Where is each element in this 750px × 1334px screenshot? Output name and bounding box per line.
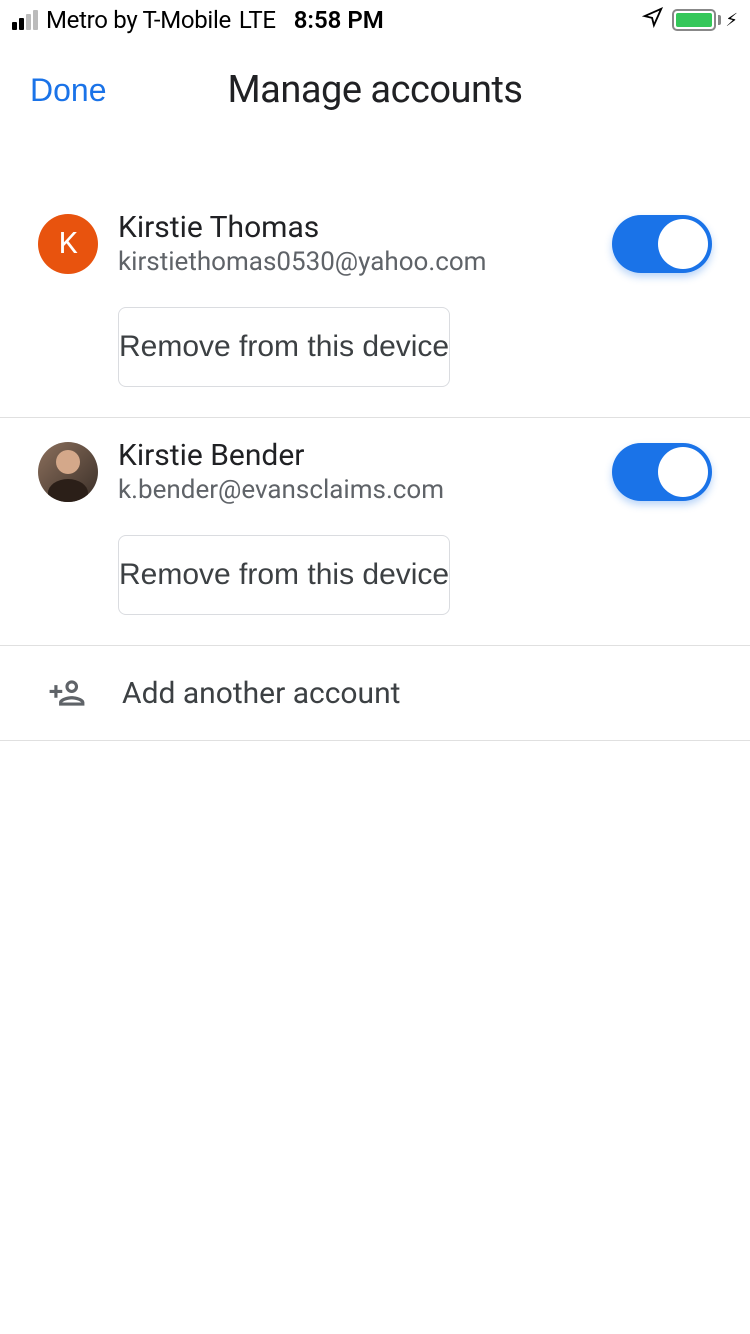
location-icon — [642, 6, 664, 34]
account-item: Kirstie Bender k.bender@evansclaims.com … — [0, 418, 750, 646]
account-toggle[interactable] — [612, 215, 712, 273]
remove-button[interactable]: Remove from this device — [118, 307, 450, 387]
status-left: Metro by T-Mobile LTE 8:58 PM — [12, 6, 384, 34]
account-email: kirstiethomas0530@yahoo.com — [118, 247, 592, 277]
account-toggle[interactable] — [612, 443, 712, 501]
account-name: Kirstie Thomas — [118, 210, 592, 245]
signal-icon — [12, 10, 38, 30]
status-bar: Metro by T-Mobile LTE 8:58 PM ⚡︎ — [0, 0, 750, 40]
account-info: Kirstie Thomas kirstiethomas0530@yahoo.c… — [118, 210, 592, 277]
account-item: K Kirstie Thomas kirstiethomas0530@yahoo… — [0, 190, 750, 418]
add-account-button[interactable]: Add another account — [0, 646, 750, 741]
battery-icon: ⚡︎ — [672, 9, 738, 31]
header: Done Manage accounts — [0, 40, 750, 140]
account-info: Kirstie Bender k.bender@evansclaims.com — [118, 438, 592, 505]
person-add-icon — [48, 674, 86, 712]
time-label: 8:58 PM — [294, 6, 384, 34]
account-list: K Kirstie Thomas kirstiethomas0530@yahoo… — [0, 190, 750, 741]
remove-button[interactable]: Remove from this device — [118, 535, 450, 615]
account-row: Kirstie Bender k.bender@evansclaims.com — [0, 438, 750, 505]
network-label: LTE — [239, 6, 276, 34]
avatar — [38, 442, 98, 502]
page-title: Manage accounts — [227, 68, 522, 112]
status-right: ⚡︎ — [642, 6, 738, 34]
charging-icon: ⚡︎ — [725, 10, 738, 31]
done-button[interactable]: Done — [30, 72, 107, 109]
avatar: K — [38, 214, 98, 274]
account-email: k.bender@evansclaims.com — [118, 475, 592, 505]
add-account-label: Add another account — [122, 676, 400, 711]
carrier-label: Metro by T-Mobile — [46, 6, 231, 34]
account-row: K Kirstie Thomas kirstiethomas0530@yahoo… — [0, 210, 750, 277]
account-name: Kirstie Bender — [118, 438, 592, 473]
